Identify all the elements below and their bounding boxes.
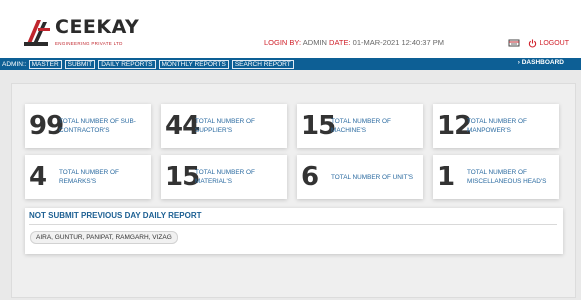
stat-card-miscellaneous[interactable]: 1 TOTAL NUMBER OF MISCELLANEOUS HEAD'S (433, 155, 559, 199)
logout-button[interactable]: LOGOUT (528, 38, 569, 48)
stat-value: 99 (29, 111, 64, 141)
stat-label: TOTAL NUMBER OF MATERIAL'S (195, 169, 255, 185)
stat-card-machines[interactable]: 15 TOTAL NUMBER OF MACHINE'S (297, 104, 423, 148)
main-navbar: ADMIN:: MASTER SUBMIT DAILY REPORTS MONT… (0, 58, 581, 70)
login-user: ADMIN (302, 38, 327, 47)
stat-label: TOTAL NUMBER OF MANPOWER'S (467, 118, 527, 134)
not-submitted-report-box: NOT SUBMIT PREVIOUS DAY DAILY REPORT AIR… (25, 208, 563, 254)
stat-value: 4 (29, 162, 47, 192)
tools-icon[interactable] (508, 38, 520, 48)
stat-value: 15 (165, 162, 200, 192)
brand-tagline: ENGINEERING PRIVATE LTD (55, 41, 123, 46)
stat-card-units[interactable]: 6 TOTAL NUMBER OF UNIT'S (297, 155, 423, 199)
stat-card-remarks[interactable]: 4 TOTAL NUMBER OF REMARKS'S (25, 155, 151, 199)
logout-label: LOGOUT (539, 39, 569, 47)
brand-logo[interactable]: CEEKAY ENGINEERING PRIVATE LTD (22, 14, 142, 54)
stat-card-suppliers[interactable]: 44 TOTAL NUMBER OF SUPPLIER'S (161, 104, 287, 148)
divider (29, 224, 557, 225)
login-by-label: LOGIN BY: (264, 38, 302, 47)
nav-prefix: ADMIN:: (2, 60, 27, 68)
main-content: 99 TOTAL NUMBER OF SUB-CONTRACTOR'S 44 T… (0, 70, 581, 300)
stat-card-manpower[interactable]: 12 TOTAL NUMBER OF MANPOWER'S (433, 104, 559, 148)
nav-item-master[interactable]: MASTER (28, 59, 62, 69)
stat-label: TOTAL NUMBER OF SUB-CONTRACTOR'S (59, 118, 136, 134)
date-label: DATE: (329, 38, 351, 47)
dashboard-panel: 99 TOTAL NUMBER OF SUB-CONTRACTOR'S 44 T… (11, 83, 576, 298)
nav-item-monthly-reports[interactable]: MONTHLY REPORTS (158, 59, 229, 69)
ceekay-logo-icon (24, 20, 50, 46)
nav-item-daily-reports[interactable]: DAILY REPORTS (98, 59, 156, 69)
login-info: LOGIN BY: ADMIN DATE: 01-MAR-2021 12:40:… (264, 38, 444, 47)
date-value: 01-MAR-2021 12:40:37 PM (352, 38, 444, 47)
stat-value: 15 (301, 111, 336, 141)
stat-value: 1 (437, 162, 455, 192)
not-submitted-title: NOT SUBMIT PREVIOUS DAY DAILY REPORT (29, 211, 202, 220)
nav-item-search-report[interactable]: SEARCH REPORT (231, 59, 294, 69)
stat-value: 6 (301, 162, 319, 192)
stat-value: 44 (165, 111, 200, 141)
stat-label: TOTAL NUMBER OF UNIT'S (331, 173, 414, 181)
power-icon (529, 38, 537, 47)
stat-label: TOTAL NUMBER OF SUPPLIER'S (195, 118, 255, 134)
header: CEEKAY ENGINEERING PRIVATE LTD LOGIN BY:… (0, 0, 581, 58)
header-actions: LOGOUT (508, 38, 569, 48)
nav-item-submit[interactable]: SUBMIT (64, 59, 96, 69)
stat-label: TOTAL NUMBER OF MISCELLANEOUS HEAD'S (467, 169, 547, 185)
stat-label: TOTAL NUMBER OF REMARKS'S (59, 169, 119, 185)
nav-dashboard-link[interactable]: › DASHBOARD (518, 59, 564, 66)
stat-card-materials[interactable]: 15 TOTAL NUMBER OF MATERIAL'S (161, 155, 287, 199)
stat-card-subcontractors[interactable]: 99 TOTAL NUMBER OF SUB-CONTRACTOR'S (25, 104, 151, 148)
pending-sites-chip[interactable]: AIRA, GUNTUR, PANIPAT, RAMGARH, VIZAG (30, 231, 178, 244)
stat-value: 12 (437, 111, 472, 141)
brand-name: CEEKAY (55, 16, 140, 38)
stat-label: TOTAL NUMBER OF MACHINE'S (331, 118, 391, 134)
